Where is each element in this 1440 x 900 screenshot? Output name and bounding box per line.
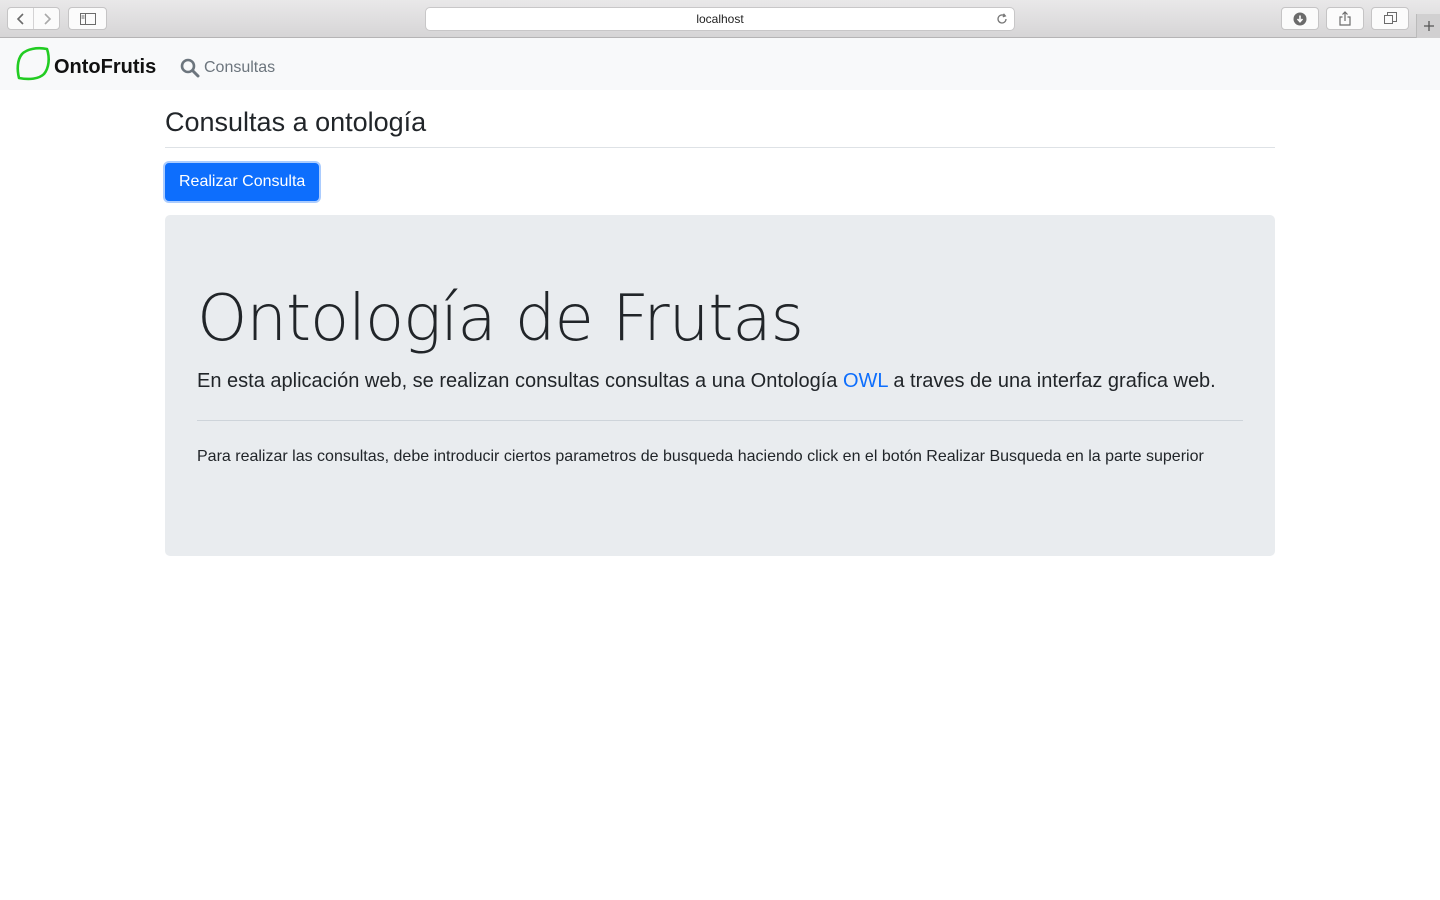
chevron-left-icon <box>16 12 24 25</box>
lime-logo-icon <box>16 46 50 81</box>
nav-consultas-label: Consultas <box>204 59 276 76</box>
main-content: Consultas a ontología Realizar Consulta … <box>165 90 1275 556</box>
tabs-icon <box>1383 12 1397 24</box>
share-button[interactable] <box>1326 7 1364 30</box>
nav-consultas-link[interactable]: Consultas <box>180 58 275 78</box>
back-button[interactable] <box>8 8 33 29</box>
new-tab-button[interactable] <box>1416 14 1440 38</box>
tab-overview-button[interactable] <box>1371 7 1409 30</box>
jumbotron-heading: Ontología de Frutas <box>197 282 804 356</box>
plus-icon <box>1423 21 1434 31</box>
download-icon <box>1293 12 1307 25</box>
forward-button[interactable] <box>33 8 59 29</box>
sidebar-icon <box>79 12 96 25</box>
reload-icon <box>997 13 1007 24</box>
brand-name: OntoFrutis <box>54 55 157 78</box>
browser-toolbar: localhost <box>0 0 1440 38</box>
search-icon <box>180 58 200 78</box>
jumbotron-instructions: Para realizar las consultas, debe introd… <box>197 448 1204 465</box>
realizar-consulta-button[interactable]: Realizar Consulta <box>165 163 320 201</box>
lead-text-start: En esta aplicación web, se realizan cons… <box>197 370 843 392</box>
jumbotron: Ontología de Frutas En esta aplicación w… <box>165 215 1275 556</box>
page-title: Consultas a ontología <box>165 107 427 137</box>
downloads-button[interactable] <box>1281 7 1319 30</box>
url-text: localhost <box>696 12 744 26</box>
address-bar[interactable]: localhost <box>425 7 1015 31</box>
owl-link[interactable]: OWL <box>843 370 888 392</box>
sidebar-toggle-button[interactable] <box>68 7 107 30</box>
lead-text-end: a traves de una interfaz grafica web. <box>887 370 1216 392</box>
site-navbar: OntoFrutis Consultas <box>0 38 1440 90</box>
chevron-right-icon <box>43 12 51 25</box>
reload-button[interactable] <box>995 12 1009 26</box>
title-divider <box>165 147 1275 148</box>
brand-link[interactable]: OntoFrutis <box>15 46 156 82</box>
jumbotron-lead: En esta aplicación web, se realizan cons… <box>197 368 1243 394</box>
share-icon <box>1339 11 1351 26</box>
history-nav-group <box>7 7 60 30</box>
jumbotron-divider <box>197 420 1243 421</box>
